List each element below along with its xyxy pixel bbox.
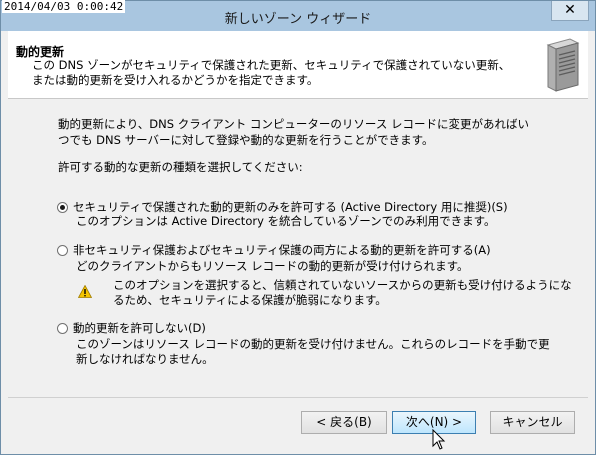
radio-button[interactable] <box>57 244 68 256</box>
radio-no-dynamic-update[interactable]: 動的更新を許可しない(D) <box>57 320 206 336</box>
header-description: この DNS ゾーンがセキュリティで保護された更新、セキュリティで保護されていな… <box>32 58 511 87</box>
wizard-window: 新しいゾーン ウィザード ✕ 動的更新 この DNS ゾーンがセキュリティで保護… <box>0 0 596 455</box>
radio-label[interactable]: 非セキュリティ保護およびセキュリティ保護の両方による動的更新を許可する(A) <box>73 242 491 258</box>
radio-button-checked[interactable] <box>57 201 68 213</box>
option-description: このオプションは Active Directory を統合しているゾーンでのみ利… <box>76 214 496 228</box>
option-description: このゾーンはリソース レコードの動的更新を受け付けません。これらのレコードを手動… <box>76 337 550 366</box>
intro-text: 動的更新により、DNS クライアント コンピューターのリソース レコードに変更が… <box>58 117 529 147</box>
cancel-button[interactable]: キャンセル <box>490 411 575 434</box>
timestamp-overlay: 2014/04/03 0:00:42 <box>2 0 126 13</box>
option-description: どのクライアントからもリソース レコードの動的更新が受け付けられます。 <box>76 259 469 273</box>
warning-text: このオプションを選択すると、信頼されていないソースからの更新も受け付けるようにな… <box>113 278 572 307</box>
radio-secure-only[interactable]: セキュリティで保護された動的更新のみを許可する (Active Director… <box>57 199 508 215</box>
footer-separator <box>8 397 588 398</box>
body-panel: 動的更新により、DNS クライアント コンピューターのリソース レコードに変更が… <box>8 99 588 395</box>
back-button[interactable]: < 戻る(B) <box>301 411 387 434</box>
radio-button[interactable] <box>57 322 68 334</box>
radio-nonsecure-and-secure[interactable]: 非セキュリティ保護およびセキュリティ保護の両方による動的更新を許可する(A) <box>57 242 491 258</box>
mouse-cursor-icon <box>432 429 446 450</box>
option-prompt: 許可する動的な更新の種類を選択してください: <box>58 160 303 174</box>
radio-label[interactable]: 動的更新を許可しない(D) <box>73 320 206 336</box>
server-icon <box>546 38 580 92</box>
header-panel: 動的更新 この DNS ゾーンがセキュリティで保護された更新、セキュリティで保護… <box>8 31 588 99</box>
radio-label[interactable]: セキュリティで保護された動的更新のみを許可する (Active Director… <box>73 199 508 215</box>
warning-icon <box>78 285 92 298</box>
close-button[interactable]: ✕ <box>551 1 589 21</box>
close-icon: ✕ <box>564 2 576 18</box>
